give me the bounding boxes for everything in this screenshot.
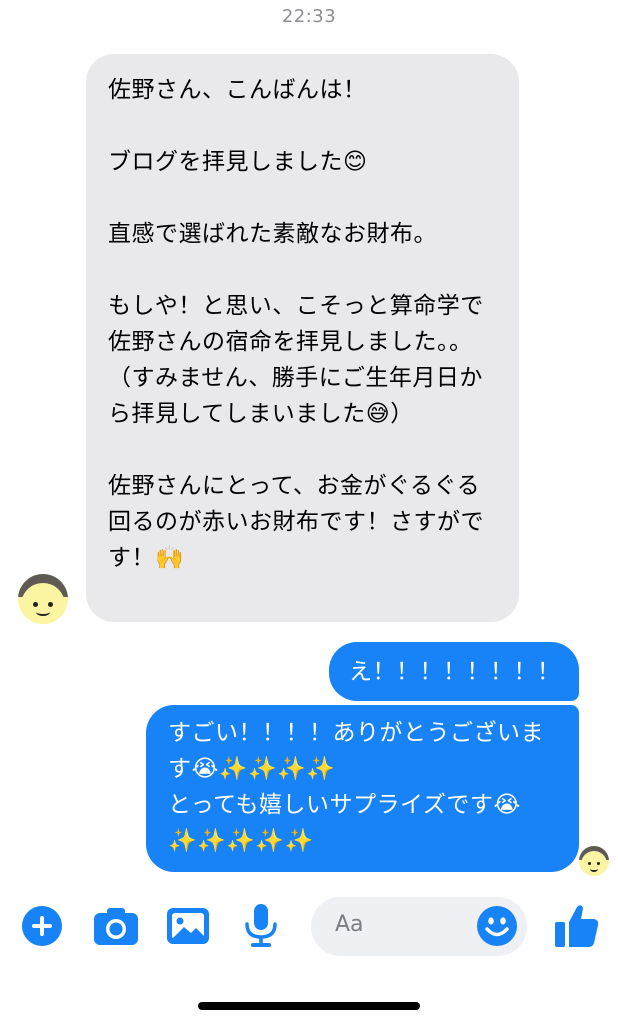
outgoing-message-bubble[interactable]: え！！！！！！！！ [329,642,579,701]
read-receipt-avatar [579,846,609,876]
incoming-message-line: ブログを拝見しました😊 [108,149,368,175]
message-timestamp: 22:33 [281,6,337,27]
incoming-message-line: 佐野さん、こんばんは！ [108,77,367,103]
incoming-message-line: 直感で選ばれた素敵なお財布。 [108,221,437,247]
outgoing-message-text: え！！！！！！！！ [349,659,561,685]
outgoing-message-text: すごい！！！！ありがとうございます😭✨✨✨✨ とっても嬉しいサプライズです😭✨✨… [168,720,544,854]
home-indicator[interactable] [198,1002,420,1010]
image-icon[interactable] [167,906,209,946]
incoming-message-line: もしや！と思い、こそっと算命学で佐野さんの宿命を拝見しました。。（すみません、勝… [108,293,484,427]
microphone-icon[interactable] [244,904,278,948]
plus-icon[interactable] [22,906,62,946]
outgoing-message-bubble[interactable]: すごい！！！！ありがとうございます😭✨✨✨✨ とっても嬉しいサプライズです😭✨✨… [146,705,579,872]
sender-avatar[interactable] [18,574,68,624]
incoming-message-bubble[interactable]: 佐野さん、こんばんは！ ブログを拝見しました😊 直感で選ばれた素敵なお財布。 も… [86,54,519,622]
message-input-placeholder: Aa [335,912,364,937]
thumbs-up-icon[interactable] [555,903,599,947]
emoji-icon[interactable] [477,906,517,946]
incoming-message-line: 佐野さんにとって、お金がぐるぐる回るのが赤いお財布です！さすがです！🙌 [108,473,484,571]
camera-icon[interactable] [94,906,138,946]
